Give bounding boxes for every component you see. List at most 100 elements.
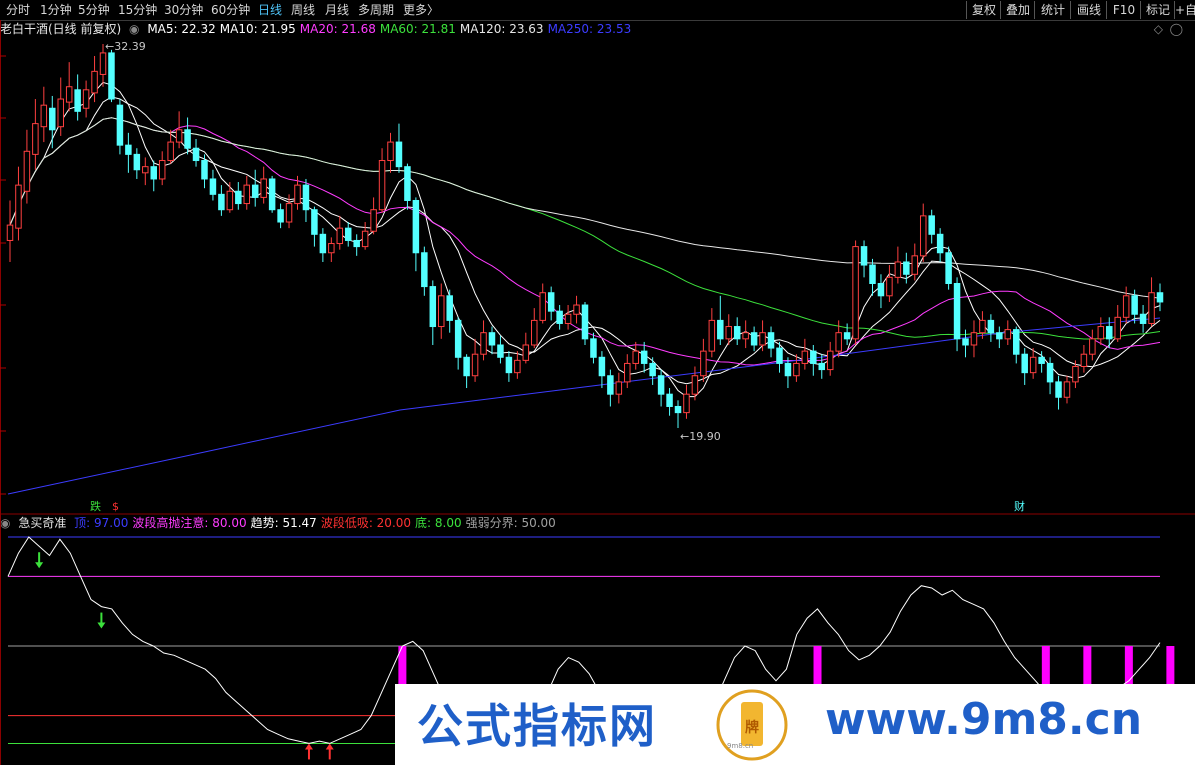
candle[interactable] [387, 132, 394, 173]
candle[interactable] [226, 182, 234, 213]
candle[interactable] [471, 338, 479, 382]
candle[interactable] [268, 175, 276, 213]
candle[interactable] [1148, 277, 1155, 327]
candle[interactable] [429, 280, 437, 345]
candle[interactable] [235, 182, 242, 210]
candle[interactable] [412, 197, 420, 272]
candle[interactable] [640, 341, 648, 373]
candle[interactable] [539, 283, 546, 324]
candle[interactable] [649, 357, 656, 385]
candle[interactable] [133, 148, 141, 179]
candle[interactable] [505, 351, 513, 382]
candle[interactable] [438, 283, 445, 339]
candle[interactable] [717, 295, 724, 345]
candle[interactable] [395, 123, 403, 173]
candle[interactable] [581, 301, 589, 345]
candle[interactable] [192, 139, 200, 167]
candle[interactable] [1139, 305, 1147, 333]
candle[interactable] [615, 372, 623, 404]
candle[interactable] [903, 252, 910, 284]
candle[interactable] [302, 178, 310, 223]
candle[interactable] [810, 344, 817, 376]
candle[interactable] [767, 326, 775, 358]
candle[interactable] [1122, 286, 1130, 324]
candle[interactable] [158, 151, 166, 186]
candle[interactable] [1063, 375, 1071, 404]
candle[interactable] [488, 326, 496, 355]
candle[interactable] [353, 234, 360, 256]
candle[interactable] [911, 243, 919, 281]
candle[interactable] [378, 148, 386, 213]
candle[interactable] [700, 338, 707, 382]
candle[interactable] [996, 326, 1003, 349]
candle[interactable] [801, 338, 809, 370]
candle[interactable] [750, 326, 758, 352]
candle[interactable] [742, 320, 749, 349]
candle[interactable] [1004, 320, 1012, 345]
candle[interactable] [344, 222, 352, 247]
candle[interactable] [674, 400, 682, 428]
candle[interactable] [311, 206, 318, 247]
candle[interactable] [759, 320, 766, 352]
candle[interactable] [945, 246, 952, 290]
candle[interactable] [32, 99, 39, 170]
candle[interactable] [108, 49, 115, 103]
candle[interactable] [1021, 348, 1028, 385]
candle[interactable] [733, 317, 741, 345]
candle[interactable] [1097, 317, 1105, 345]
candle[interactable] [556, 305, 563, 330]
candle[interactable] [547, 286, 555, 321]
candle[interactable] [1089, 329, 1096, 361]
candle[interactable] [894, 246, 902, 284]
candle[interactable] [336, 215, 344, 250]
price-chart[interactable]: ←32.39 ←19.90 跌 $ 财 [0, 0, 1195, 765]
candle[interactable] [65, 62, 73, 112]
candle[interactable] [260, 166, 267, 204]
candle[interactable] [607, 369, 614, 407]
candle[interactable] [590, 332, 597, 364]
candle[interactable] [23, 129, 31, 204]
candle[interactable] [1114, 305, 1121, 342]
candle[interactable] [869, 258, 876, 296]
candle[interactable] [74, 74, 81, 121]
candle[interactable] [886, 265, 893, 302]
candle[interactable] [1156, 283, 1164, 312]
candle[interactable] [15, 166, 22, 241]
candle[interactable] [936, 228, 944, 262]
candle[interactable] [987, 314, 995, 342]
candle[interactable] [243, 175, 251, 210]
candle[interactable] [40, 86, 48, 143]
candle[interactable] [970, 320, 978, 358]
candle[interactable] [184, 117, 191, 155]
candle[interactable] [564, 305, 572, 330]
candle[interactable] [514, 351, 521, 379]
candle[interactable] [531, 308, 538, 349]
candle[interactable] [57, 77, 64, 136]
candle[interactable] [150, 160, 157, 192]
candle[interactable] [82, 80, 90, 118]
candle[interactable] [446, 289, 453, 333]
candle[interactable] [1029, 348, 1037, 379]
candle[interactable] [370, 197, 377, 235]
candle[interactable] [573, 295, 580, 324]
candle[interactable] [142, 157, 149, 186]
candle[interactable] [818, 354, 826, 379]
candle[interactable] [708, 308, 716, 358]
candle[interactable] [6, 200, 14, 262]
candle[interactable] [421, 246, 428, 296]
candle[interactable] [319, 228, 327, 262]
candle[interactable] [962, 329, 969, 358]
candle[interactable] [632, 341, 639, 370]
candle[interactable] [1055, 375, 1062, 410]
candle[interactable] [598, 351, 606, 389]
candle[interactable] [826, 341, 834, 376]
candle[interactable] [666, 388, 673, 416]
candle[interactable] [49, 95, 56, 149]
candle[interactable] [522, 332, 530, 364]
candle[interactable] [877, 274, 885, 309]
candle[interactable] [860, 240, 868, 278]
candle[interactable] [497, 335, 504, 364]
candle[interactable] [793, 354, 800, 382]
candle[interactable] [361, 222, 369, 250]
candle[interactable] [1080, 344, 1088, 373]
